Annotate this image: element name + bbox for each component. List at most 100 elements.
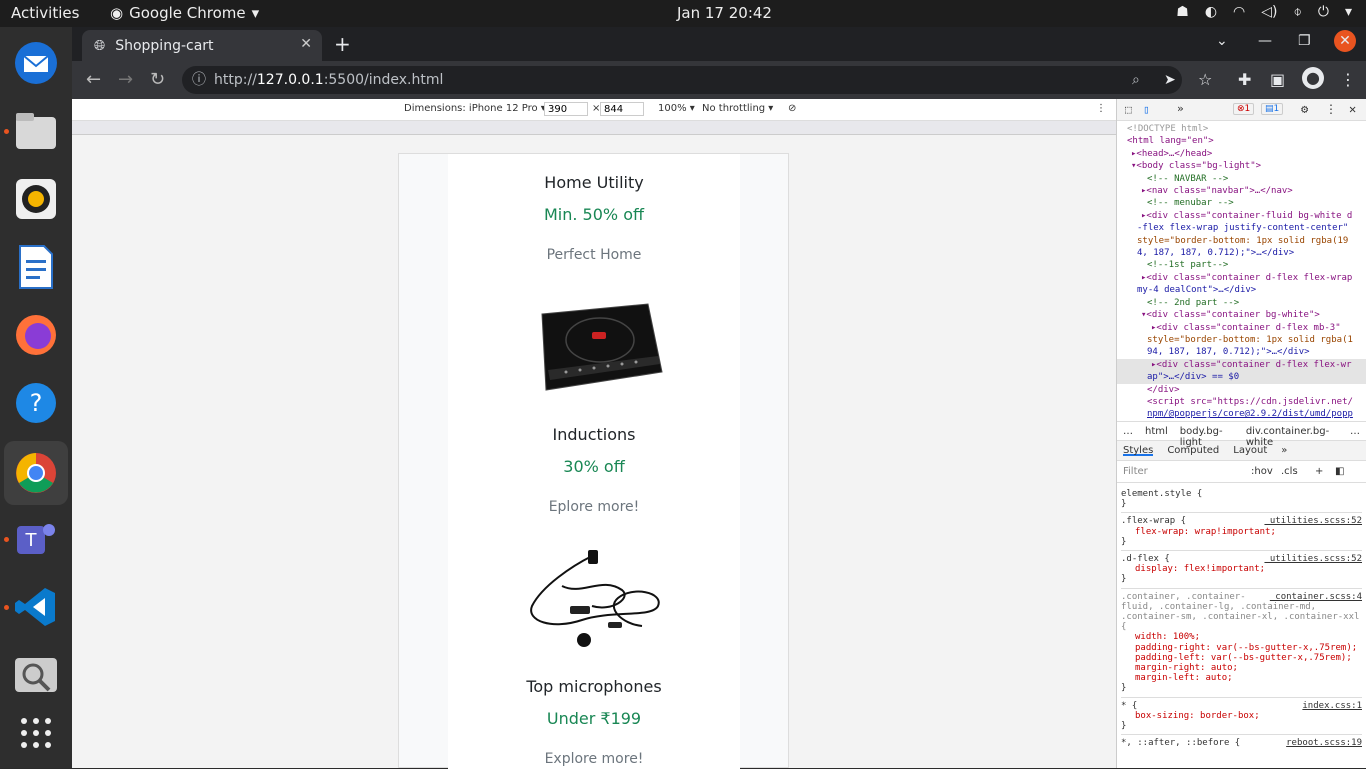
files-icon[interactable] xyxy=(10,105,62,157)
night-light-icon[interactable]: ◐ xyxy=(1205,4,1217,20)
dom-comment[interactable]: <!-- 2nd part --> xyxy=(1127,297,1366,309)
writer-icon[interactable] xyxy=(10,241,62,293)
inspect-icon[interactable]: ⬚ xyxy=(1125,103,1132,116)
dom-line[interactable]: <html lang="en"> xyxy=(1127,135,1366,147)
microphone-image[interactable] xyxy=(522,546,666,650)
dom-line[interactable]: my-4 dealCont">…</div> xyxy=(1127,284,1366,296)
thunderbird-icon[interactable] xyxy=(10,37,62,89)
dom-line-selected[interactable]: ▸<div class="container d-flex flex-wr xyxy=(1117,358,1366,372)
dom-line[interactable]: <!DOCTYPE html> xyxy=(1127,123,1366,135)
device-menu-icon[interactable]: ⋮ xyxy=(1096,103,1106,114)
rhythmbox-icon[interactable] xyxy=(10,173,62,225)
device-dimensions-select[interactable]: Dimensions: iPhone 12 Pro ▾ xyxy=(404,103,546,114)
dom-line[interactable]: ▸<head>…</head> xyxy=(1127,148,1366,160)
dom-comment[interactable]: <!-- menubar --> xyxy=(1127,197,1366,209)
tab-layout[interactable]: Layout xyxy=(1233,445,1267,456)
teams-tray-icon[interactable]: ☗ xyxy=(1176,4,1189,20)
close-tab-icon[interactable]: ✕ xyxy=(300,36,312,52)
reload-icon[interactable]: ↻ xyxy=(150,69,165,90)
induction-cooktop-image[interactable] xyxy=(522,294,666,398)
dom-line[interactable]: 4, 187, 187, 0.712);">…</div> xyxy=(1127,247,1366,259)
address-bar[interactable]: ⓘ http://127.0.0.1:5500/index.html ⌕ ➤ xyxy=(182,66,1182,94)
dom-line[interactable]: 94, 187, 187, 0.712);">…</div> xyxy=(1127,346,1366,358)
teams-icon[interactable]: T xyxy=(10,513,62,565)
breadcrumb-item[interactable]: … xyxy=(1350,426,1360,437)
breadcrumb-item[interactable]: body.bg-light xyxy=(1180,426,1234,448)
dom-line[interactable]: style="border-bottom: 1px solid rgba(1 xyxy=(1127,334,1366,346)
rule-property[interactable]: box-sizing: border-box; xyxy=(1121,711,1362,721)
clock[interactable]: Jan 17 20:42 xyxy=(677,4,772,22)
rule-source-link[interactable]: _utilities.scss:52 xyxy=(1264,554,1362,564)
throttling-select[interactable]: No throttling ▾ xyxy=(702,103,773,114)
volume-icon[interactable]: ◁) xyxy=(1261,4,1277,20)
bookmark-star-icon[interactable]: ☆ xyxy=(1198,70,1212,89)
rule-property[interactable]: padding-left: var(--bs-gutter-x,.75rem); xyxy=(1121,653,1362,663)
styles-filter-input[interactable]: Filter :hov .cls + ◧ xyxy=(1117,461,1366,483)
style-rule[interactable]: _utilities.scss:52 .flex-wrap { flex-wra… xyxy=(1121,513,1362,552)
breadcrumb-item[interactable]: div.container.bg-white xyxy=(1246,426,1338,448)
dom-line[interactable]: ▸<div class="container-fluid bg-white d xyxy=(1127,210,1366,222)
cls-toggle[interactable]: .cls xyxy=(1281,466,1298,477)
microphone-icon[interactable]: ⌽ xyxy=(1293,4,1301,20)
wifi-icon[interactable]: ◠ xyxy=(1233,4,1245,20)
show-apps-icon[interactable] xyxy=(10,707,62,759)
more-tabs-icon[interactable]: » xyxy=(1177,102,1184,115)
tab-more[interactable]: » xyxy=(1281,445,1287,456)
tab-search-icon[interactable]: ⌄ xyxy=(1216,33,1228,49)
dom-line[interactable]: -flex flex-wrap justify-content-center" xyxy=(1127,222,1366,234)
dom-line[interactable]: <script src="https://cdn.jsdelivr.net/ xyxy=(1127,396,1366,408)
profile-avatar[interactable]: ● xyxy=(1302,67,1324,89)
firefox-icon[interactable] xyxy=(10,309,62,361)
rotate-icon[interactable]: ⊘ xyxy=(788,103,796,114)
menu-kebab-icon[interactable]: ⋮ xyxy=(1340,70,1356,89)
help-icon[interactable]: ? xyxy=(10,377,62,429)
back-icon[interactable]: ← xyxy=(86,69,101,90)
rule-property[interactable]: width: 100%; xyxy=(1121,632,1362,642)
tab-styles[interactable]: Styles xyxy=(1123,445,1154,456)
chrome-dock-icon[interactable] xyxy=(4,441,68,505)
settings-gear-icon[interactable]: ⚙ xyxy=(1301,102,1308,116)
devtools-menu-icon[interactable]: ⋮ xyxy=(1325,102,1337,116)
tab-shopping-cart[interactable]: 🌐︎ Shopping-cart ✕ xyxy=(82,30,322,61)
vscode-icon[interactable] xyxy=(10,581,62,633)
power-icon[interactable]: ⏻ xyxy=(1318,4,1329,20)
rule-property[interactable]: flex-wrap: wrap!important; xyxy=(1121,527,1362,537)
product-subtitle[interactable]: Explore more! xyxy=(448,751,740,767)
side-panel-icon[interactable]: ▣ xyxy=(1270,70,1285,89)
activities-button[interactable]: Activities xyxy=(11,4,79,22)
rule-source-link[interactable]: reboot.scss:19 xyxy=(1286,738,1362,748)
style-rule[interactable]: reboot.scss:19 *, ::after, ::before { xyxy=(1121,735,1362,751)
rule-property[interactable]: margin-left: auto; xyxy=(1121,673,1362,683)
rule-source-link[interactable]: index.css:1 xyxy=(1302,701,1362,711)
new-tab-button[interactable]: + xyxy=(334,32,351,56)
dom-line[interactable]: ▸<div class="container d-flex flex-wrap xyxy=(1127,272,1366,284)
rule-source-link[interactable]: _container.scss:4 xyxy=(1270,592,1362,602)
tab-computed[interactable]: Computed xyxy=(1167,445,1219,456)
dom-line[interactable]: ▾<div class="container bg-white"> xyxy=(1127,309,1366,321)
rule-property[interactable]: margin-right: auto; xyxy=(1121,663,1362,673)
dom-line[interactable]: style="border-bottom: 1px solid rgba(19 xyxy=(1127,235,1366,247)
app-menu[interactable]: ◉ Google Chrome ▾ xyxy=(110,4,259,22)
close-window-button[interactable]: ✕ xyxy=(1334,30,1356,52)
info-icon[interactable]: ⓘ xyxy=(192,66,206,94)
dom-line[interactable]: ▸<div class="container d-flex mb-3" xyxy=(1127,322,1366,334)
style-rule[interactable]: element.style { } xyxy=(1121,486,1362,514)
dom-line-selected[interactable]: ap">…</div> == $0 xyxy=(1117,371,1366,384)
rule-property[interactable]: display: flex!important; xyxy=(1121,564,1362,574)
style-rule[interactable]: index.css:1 * { box-sizing: border-box; … xyxy=(1121,698,1362,736)
close-devtools-icon[interactable]: ✕ xyxy=(1349,102,1356,116)
device-toggle-icon[interactable]: ▯ xyxy=(1143,103,1150,116)
zoom-icon[interactable]: ⌕ xyxy=(1132,66,1140,94)
dom-line[interactable]: ▸<nav class="navbar">…</nav> xyxy=(1127,185,1366,197)
style-rule[interactable]: _container.scss:4 .container, .container… xyxy=(1121,589,1362,698)
dom-line[interactable]: ▾<body class="bg-light"> xyxy=(1127,160,1366,172)
dom-line[interactable]: npm/@popperjs/core@2.9.2/dist/umd/popp xyxy=(1127,408,1366,420)
message-count-badge[interactable]: ▤1 xyxy=(1261,103,1284,115)
product-subtitle[interactable]: Eplore more! xyxy=(448,499,740,515)
zoom-select[interactable]: 100% ▾ xyxy=(658,103,695,114)
minimize-button[interactable]: — xyxy=(1258,33,1272,49)
rule-property[interactable]: padding-right: var(--bs-gutter-x,.75rem)… xyxy=(1121,643,1362,653)
device-width-input[interactable] xyxy=(544,102,588,116)
breadcrumb-item[interactable]: … xyxy=(1123,426,1133,437)
hov-toggle[interactable]: :hov xyxy=(1251,466,1273,477)
